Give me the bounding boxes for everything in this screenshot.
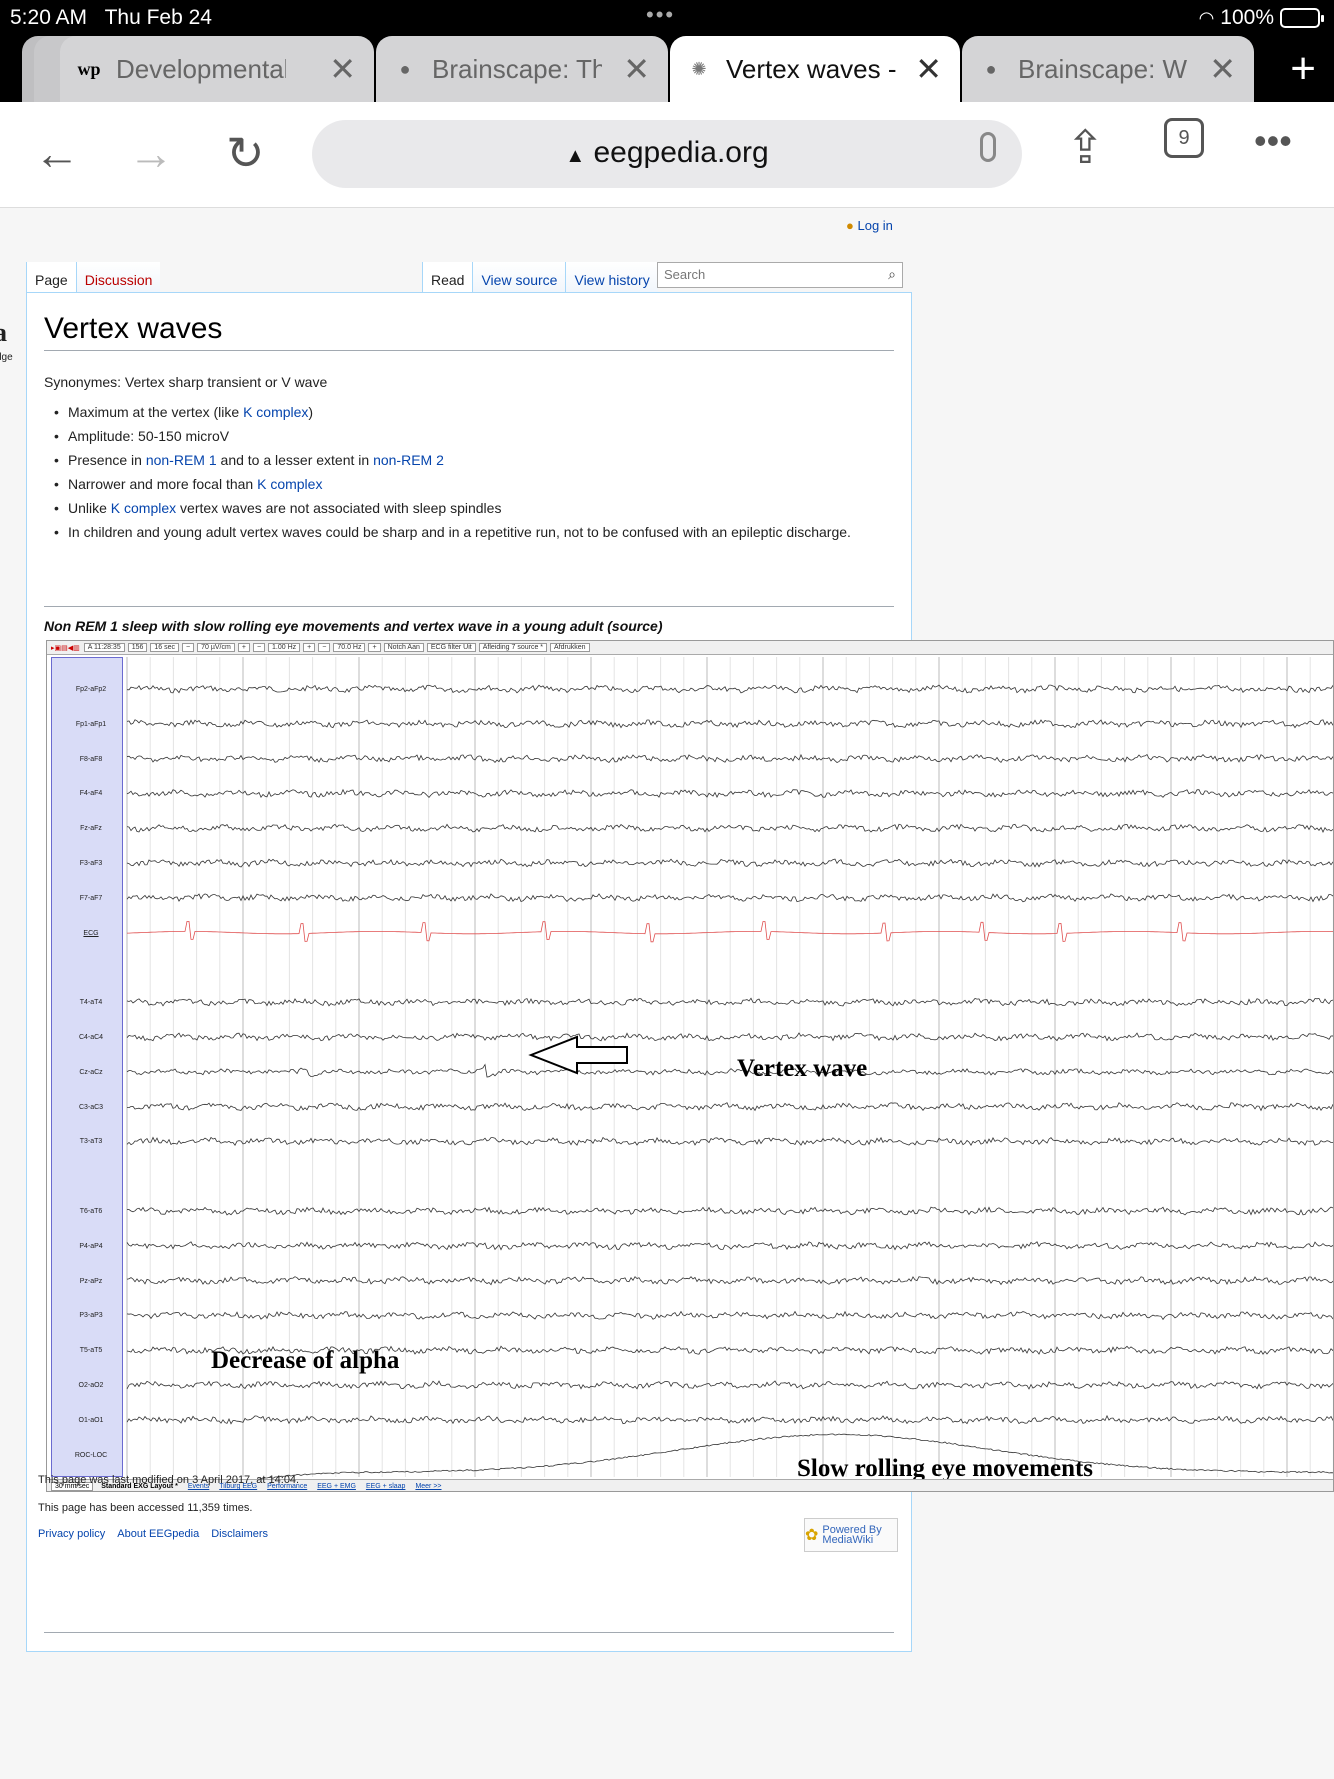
title-divider bbox=[44, 350, 894, 351]
share-button[interactable]: ⇪ bbox=[1066, 120, 1105, 174]
wp-icon: wp bbox=[77, 58, 101, 79]
facts-list: Maximum at the vertex (like K complex) A… bbox=[44, 402, 874, 546]
arrow-icon bbox=[528, 1035, 628, 1075]
close-icon[interactable]: ✕ bbox=[915, 50, 942, 88]
status-time: 5:20 AM Thu Feb 24 bbox=[10, 6, 212, 29]
more-options-button[interactable]: ••• bbox=[1254, 120, 1292, 162]
address-bar[interactable]: ▲ eegpedia.org bbox=[312, 120, 1022, 188]
brainscape-icon: ● bbox=[985, 58, 997, 79]
disclaimers-link[interactable]: Disclaimers bbox=[211, 1528, 268, 1540]
section-divider bbox=[44, 606, 894, 607]
non-rem-1-link[interactable]: non-REM 1 bbox=[146, 452, 217, 468]
eeg-figure: ▸▣▤◀▥ A 11:28:35 156 16 sec −70 µV/cm + −1.00… bbox=[46, 640, 1334, 1492]
search-icon[interactable]: ⌕ bbox=[888, 266, 896, 283]
battery-icon bbox=[1280, 8, 1324, 28]
tab-developmental[interactable]: wp Developmental ✕ bbox=[60, 36, 374, 102]
browser-toolbar: ← → ↻ ▲ eegpedia.org ⇪ 9 ••• bbox=[0, 102, 1334, 208]
status-bar: 5:20 AM Thu Feb 24 ••• ◠ 100% bbox=[0, 0, 1334, 36]
mediawiki-icon: ✿ bbox=[805, 1527, 819, 1544]
close-icon[interactable]: ✕ bbox=[329, 50, 356, 88]
tab-brainscape-2[interactable]: ● Brainscape: Wh ✕ bbox=[962, 36, 1254, 102]
k-complex-link[interactable]: K complex bbox=[243, 404, 308, 420]
privacy-policy-link[interactable]: Privacy policy bbox=[38, 1528, 105, 1540]
layout-tab[interactable]: EEG + slaap bbox=[366, 1483, 406, 1490]
about-link[interactable]: About EEGpedia bbox=[117, 1528, 199, 1540]
last-modified-text: This page was last modified on 3 April 2… bbox=[38, 1474, 300, 1486]
mediawiki-badge[interactable]: ✿ Powered By MediaWiki bbox=[804, 1518, 898, 1552]
close-icon[interactable]: ✕ bbox=[623, 50, 650, 88]
brainscape-icon: ● bbox=[399, 58, 411, 79]
search-input[interactable]: Search ⌕ bbox=[657, 262, 903, 288]
figure-divider bbox=[44, 1632, 894, 1633]
browser-tab-bar: wp Developmental ✕ ● Brainscape: Th ✕ ✺ … bbox=[0, 36, 1334, 102]
logo-fragment-text: dge bbox=[0, 352, 13, 363]
page-title: Vertex waves bbox=[44, 312, 223, 345]
k-complex-link[interactable]: K complex bbox=[111, 500, 176, 516]
close-icon[interactable]: ✕ bbox=[1209, 50, 1236, 88]
logo-fragment: a bbox=[0, 318, 7, 347]
footer-links: Privacy policy About EEGpedia Disclaimer… bbox=[38, 1528, 268, 1540]
user-icon: ● bbox=[846, 218, 854, 233]
list-item: Unlike K complex vertex waves are not as… bbox=[44, 498, 874, 518]
login-link[interactable]: ● Log in bbox=[846, 218, 893, 233]
back-button[interactable]: ← bbox=[34, 126, 80, 180]
multitask-dots-icon[interactable]: ••• bbox=[646, 2, 675, 28]
web-page: ● Log in a dge Page Discussion Read View… bbox=[0, 208, 1334, 1779]
alpha-annotation: Decrease of alpha bbox=[211, 1347, 400, 1374]
layout-tab[interactable]: EEG + EMG bbox=[317, 1483, 356, 1490]
brain-icon: ✺ bbox=[691, 58, 707, 79]
forward-button[interactable]: → bbox=[128, 126, 174, 180]
reload-button[interactable]: ↻ bbox=[226, 126, 265, 180]
battery-status: ◠ 100% bbox=[1198, 6, 1324, 30]
url-text: ▲ eegpedia.org bbox=[565, 136, 769, 169]
access-count-text: This page has been accessed 11,359 times… bbox=[38, 1502, 253, 1514]
tab-count-button[interactable]: 9 bbox=[1164, 118, 1204, 158]
wifi-icon: ◠ bbox=[1198, 7, 1215, 28]
tab-brainscape-1[interactable]: ● Brainscape: Th ✕ bbox=[376, 36, 668, 102]
list-item: In children and young adult vertex waves… bbox=[44, 522, 874, 542]
list-item: Presence in non-REM 1 and to a lesser ex… bbox=[44, 450, 874, 470]
microphone-icon[interactable] bbox=[980, 132, 996, 162]
list-item: Maximum at the vertex (like K complex) bbox=[44, 402, 874, 422]
vertex-wave-annotation: Vertex wave bbox=[737, 1055, 868, 1082]
new-tab-button[interactable]: + bbox=[1290, 44, 1316, 94]
warning-icon: ▲ bbox=[565, 145, 586, 167]
tab-vertex-waves[interactable]: ✺ Vertex waves - ✕ bbox=[670, 36, 960, 102]
non-rem-2-link[interactable]: non-REM 2 bbox=[373, 452, 444, 468]
figure-caption: Non REM 1 sleep with slow rolling eye mo… bbox=[44, 618, 663, 634]
list-item: Amplitude: 50-150 microV bbox=[44, 426, 874, 446]
k-complex-link[interactable]: K complex bbox=[257, 476, 322, 492]
layout-tab[interactable]: Meer >> bbox=[415, 1483, 441, 1490]
synonyms-text: Synonymes: Vertex sharp transient or V w… bbox=[44, 374, 328, 390]
list-item: Narrower and more focal than K complex bbox=[44, 474, 874, 494]
